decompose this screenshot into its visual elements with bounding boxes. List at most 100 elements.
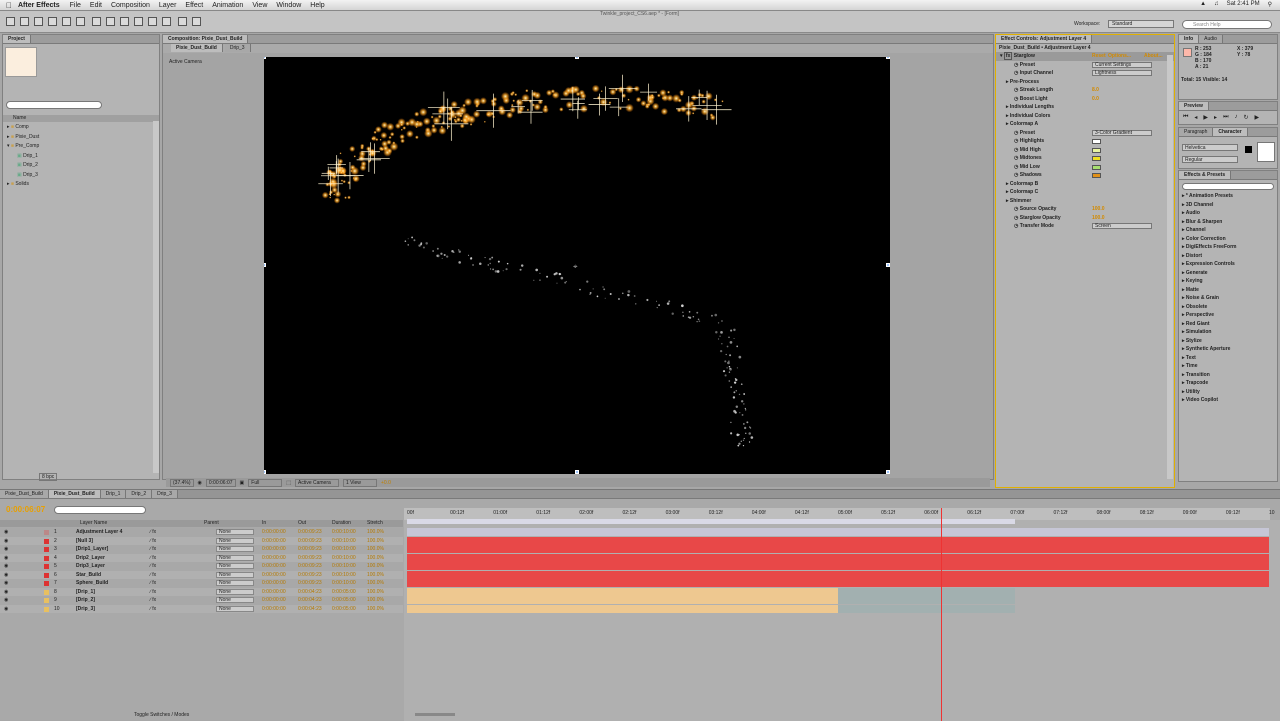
layer-duration-bar[interactable] [407,536,1269,545]
effect-property-select[interactable]: Screen [1092,223,1152,229]
tab-effects-presets[interactable]: Effects & Presets [1179,171,1232,179]
project-item[interactable]: ▸ ■ Comp [7,123,39,133]
effect-scrollbar[interactable] [1167,55,1173,479]
loop-icon[interactable]: ↻ [1243,114,1248,121]
effect-property-row[interactable]: ◷ Input Channel Lightness [996,69,1174,78]
project-scrollbar[interactable] [153,121,159,473]
workspace-select[interactable]: Standard [1108,20,1174,28]
color-swatch[interactable] [1092,164,1101,170]
project-item[interactable]: ▸ ■ Solids [7,180,39,190]
effect-property-select[interactable]: Lightness [1092,70,1152,76]
fill-color-swatch[interactable] [1245,146,1252,153]
zoom-tool-icon[interactable] [34,17,43,26]
effects-category[interactable]: ▸ Distort [1182,252,1236,261]
layer-duration-bar[interactable] [407,545,1269,553]
volume-icon[interactable]: ♫ [1214,1,1219,8]
menu-file[interactable]: File [70,2,81,9]
col-parent[interactable]: Parent [204,520,219,527]
play-icon[interactable]: ▶ [1203,114,1208,121]
color-swatch[interactable] [1092,156,1101,161]
effects-category[interactable]: ▸ Simulation [1182,328,1236,337]
layer-duration-bar[interactable] [407,570,1269,579]
app-menu[interactable]: After Effects [18,2,60,9]
effect-property-select[interactable]: Current Settings [1092,61,1152,68]
menu-help[interactable]: Help [310,2,324,9]
resolution-select[interactable]: Full [248,478,283,487]
transform-handle[interactable] [886,263,890,267]
first-frame-icon[interactable]: ⏮ [1183,114,1188,121]
effects-category[interactable]: ▸ Generate [1182,269,1236,278]
pen-tool-icon[interactable] [106,17,115,26]
clone-tool-icon[interactable] [148,17,157,26]
apple-icon[interactable]:  [6,1,18,10]
camera-tool-icon[interactable] [62,17,71,26]
type-tool-icon[interactable] [120,17,129,26]
selection-tool-icon[interactable] [6,17,15,26]
tab-info[interactable]: Info [1179,35,1200,43]
color-picker[interactable] [1257,142,1275,162]
transform-handle[interactable] [575,57,579,59]
menu-effect[interactable]: Effect [185,2,203,9]
prev-frame-icon[interactable]: ◂ [1194,114,1197,121]
search-help-input[interactable]: Search Help [1182,20,1272,29]
effect-about-link[interactable]: About... [1144,52,1163,61]
effect-property-row[interactable]: ◷ Mid High [996,146,1174,155]
effect-property-row[interactable]: ▸ Individual Colors [996,112,1174,121]
layer-duration-bar[interactable] [407,553,1269,562]
transform-handle[interactable] [575,470,579,474]
effect-property-value[interactable]: 100.0 [1092,214,1105,223]
effect-property-row[interactable]: ◷ Source Opacity 100.0 [996,205,1174,214]
rotate-tool-icon[interactable] [48,17,57,26]
menu-animation[interactable]: Animation [212,2,243,9]
effect-property-value[interactable]: 8.0 [1092,86,1099,95]
effects-category[interactable]: ▸ 3D Channel [1182,201,1236,210]
effect-property-row[interactable]: ◷ Shadows [996,171,1174,180]
effect-property-value[interactable]: 100.0 [1092,205,1105,214]
col-stretch[interactable]: Stretch [367,520,383,527]
roto-tool-icon[interactable] [178,17,187,26]
effects-category[interactable]: ▸ Time [1182,362,1236,371]
effect-property-row[interactable]: ▸ Individual Lengths [996,103,1174,112]
effect-property-row[interactable]: ◷ Transfer Mode Screen [996,222,1174,231]
transform-handle[interactable] [886,57,890,59]
effect-property-row[interactable]: ▸ Colormap A [996,120,1174,129]
effect-property-row[interactable]: ◷ Preset Current Settings [996,61,1174,70]
timeline-tab[interactable]: Pixie_Dust_Build [0,490,49,498]
next-frame-icon[interactable]: ▸ [1214,114,1217,121]
transform-handle[interactable] [264,470,266,474]
effect-property-row[interactable]: ◷ Mid Low [996,163,1174,172]
menu-window[interactable]: Window [276,2,301,9]
pan-behind-tool-icon[interactable] [76,17,85,26]
spotlight-icon[interactable]: ⚲ [1268,1,1272,8]
effect-property-row[interactable]: ◷ Highlights [996,137,1174,146]
project-name-header[interactable]: Name [3,115,159,122]
tab-composition[interactable]: Composition: Pixie_Dust_Build [163,35,249,43]
tab-character[interactable]: Character [1213,128,1248,136]
col-duration[interactable]: Duration [332,520,351,527]
project-search-input[interactable] [6,101,102,109]
color-swatch[interactable] [1092,139,1101,144]
project-item[interactable]: ▣ Drip_3 [7,171,39,181]
timeline-tab[interactable]: Drip_3 [152,490,178,498]
snapshot-icon[interactable]: ◉ [198,480,202,486]
project-item[interactable]: ▾ ■ Pre_Comp [7,142,39,152]
anchor-point-icon[interactable]: ⌖ [573,262,578,272]
ram-preview-icon[interactable]: ▶ [1255,114,1260,121]
effects-search-input[interactable] [1182,183,1274,190]
effects-category[interactable]: ▸ Matte [1182,286,1236,295]
last-frame-icon[interactable]: ⏭ [1223,114,1228,121]
color-swatch[interactable] [1092,147,1101,153]
tab-preview[interactable]: Preview [1179,102,1209,110]
comp-tab-pixie-dust-build[interactable]: Pixie_Dust_Build [171,44,223,52]
layer-duration-bar[interactable] [407,604,838,613]
effect-property-row[interactable]: ▸ Pre-Process [996,78,1174,87]
effects-category[interactable]: ▸ Perspective [1182,311,1236,320]
comp-tab-drip-3[interactable]: Drip_3 [224,44,251,52]
camera-icon[interactable]: ▣ [240,480,245,486]
menu-edit[interactable]: Edit [90,2,102,9]
playhead[interactable] [941,508,943,721]
project-item[interactable]: ▣ Drip_2 [7,161,39,171]
effects-category[interactable]: ▸ Obsolete [1182,303,1236,312]
layer-duration-bar[interactable] [407,562,1269,570]
layer-duration-bar[interactable] [407,587,838,596]
